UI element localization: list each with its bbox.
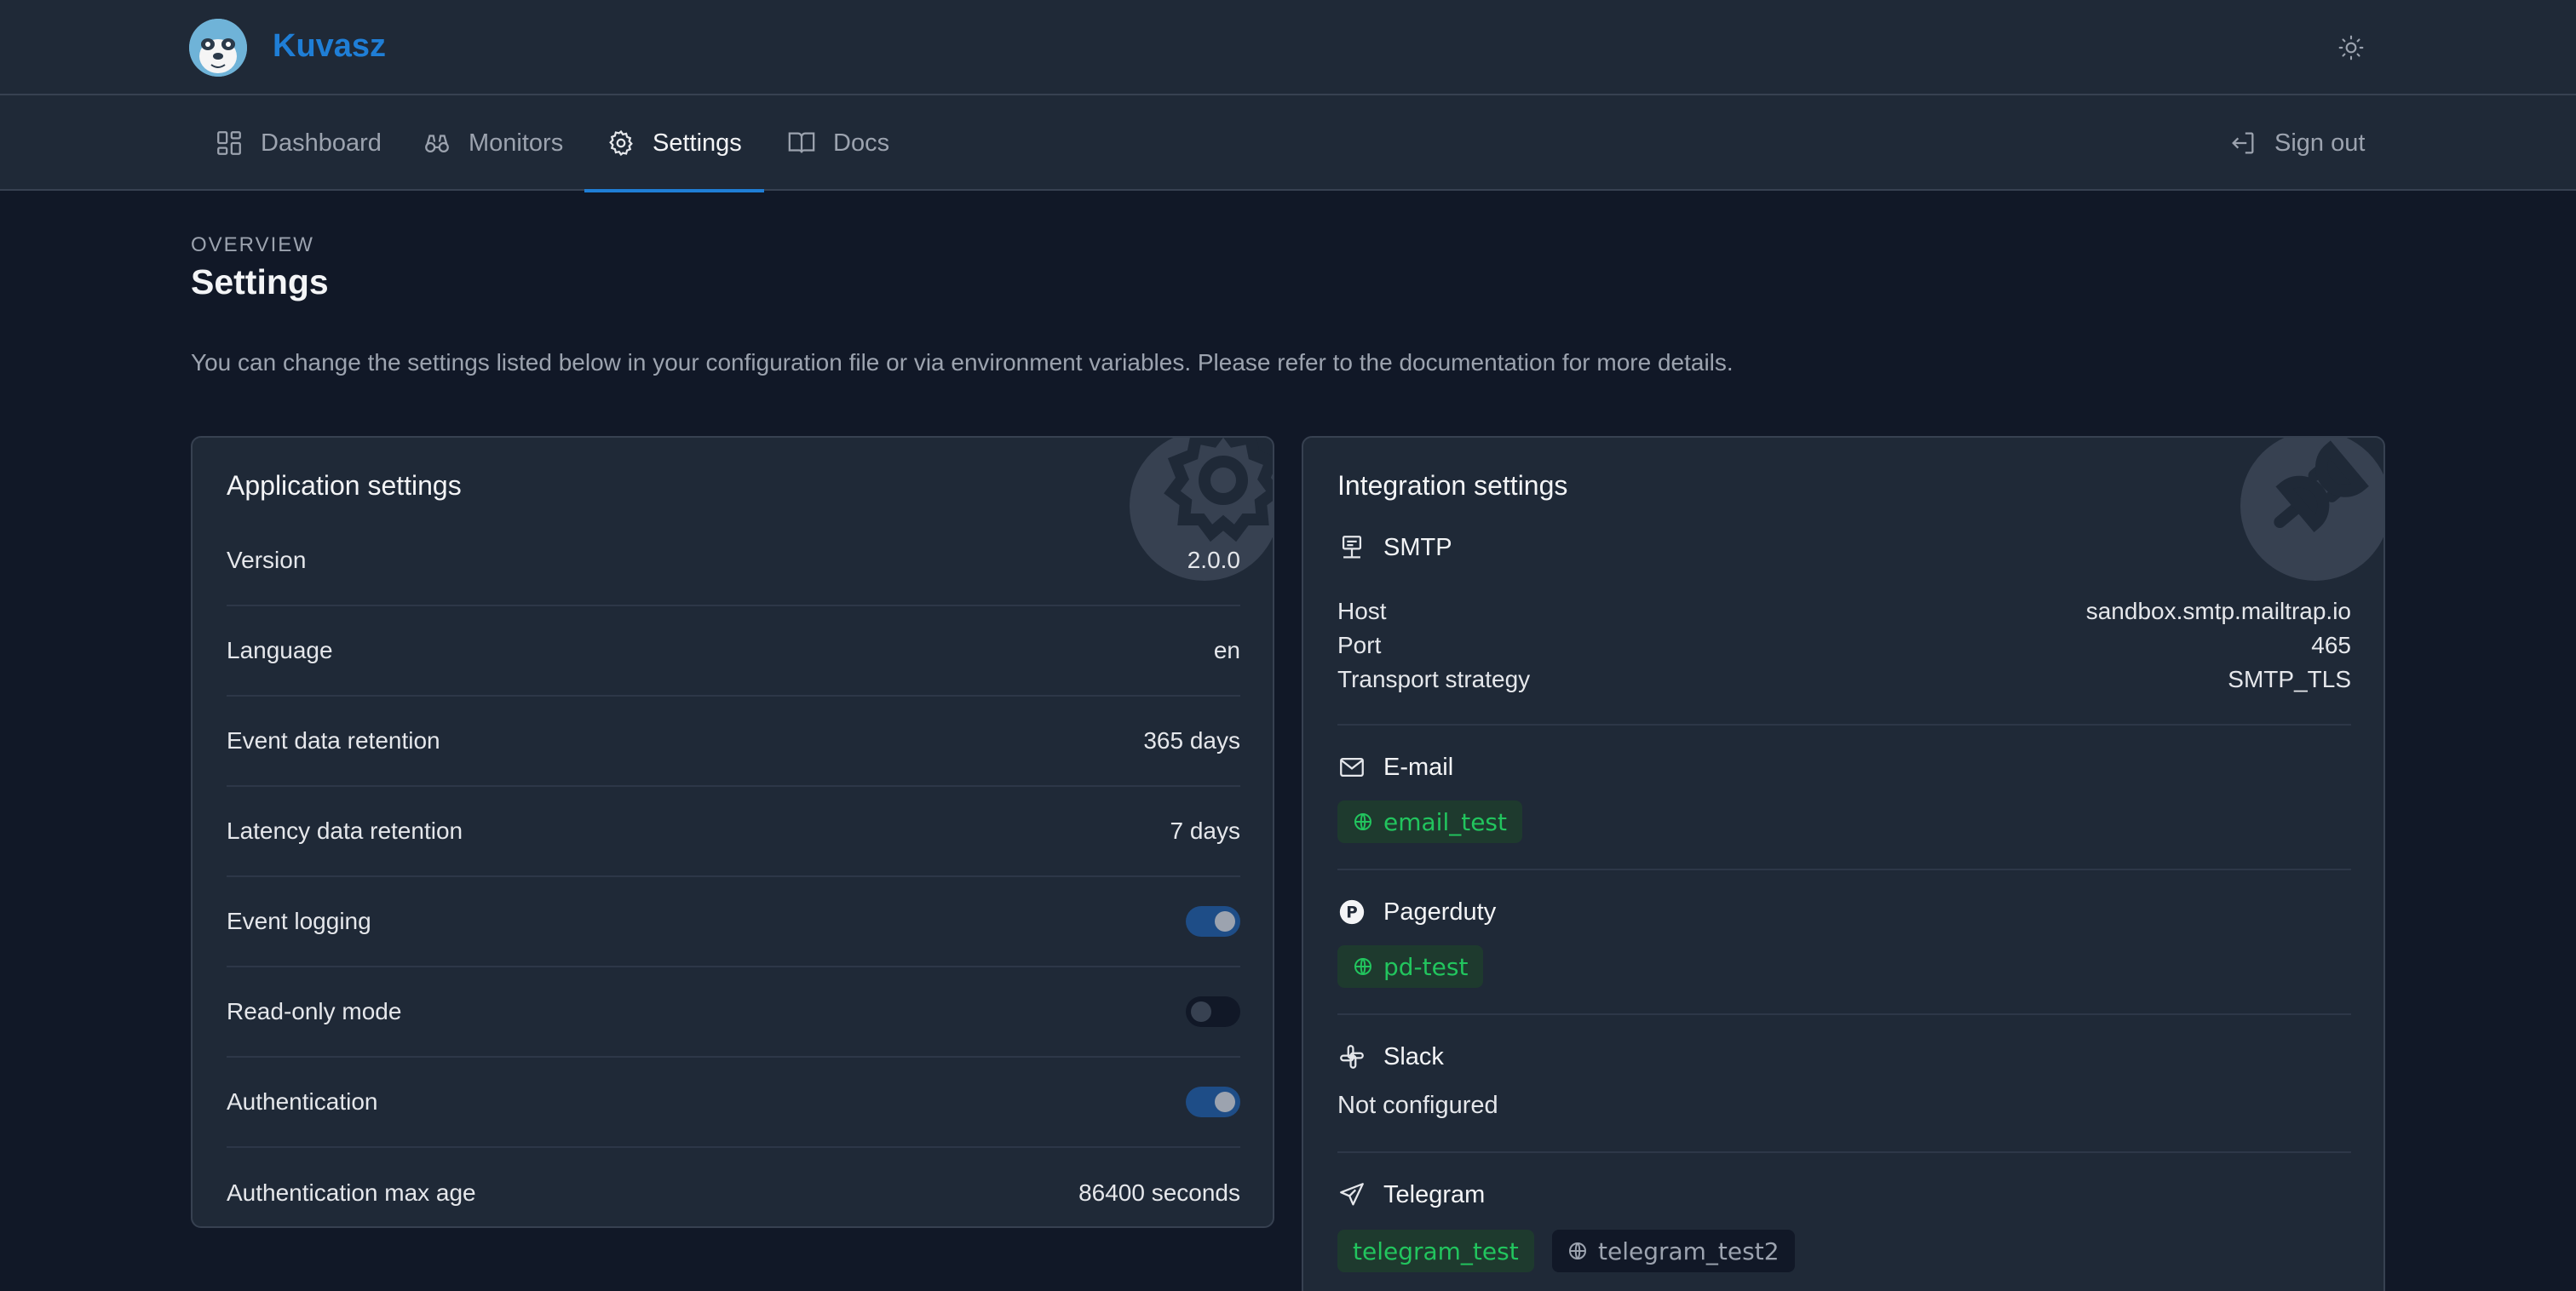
section-divider	[1337, 1151, 2351, 1153]
setting-label: Version	[227, 547, 307, 573]
pagerduty-section-header: P Pagerduty	[1337, 898, 1496, 927]
section-label: Pagerduty	[1383, 898, 1497, 926]
plug-decoration-icon	[2240, 438, 2383, 581]
setting-label: Read-only mode	[227, 998, 402, 1024]
toggle-knob	[1215, 911, 1235, 932]
telegram-section-header: Telegram	[1337, 1180, 1485, 1209]
setting-label: Language	[227, 637, 333, 663]
card-title: Application settings	[227, 470, 462, 501]
setting-label: Authentication max age	[227, 1179, 476, 1206]
globe-icon	[1569, 1242, 1586, 1259]
badge-label: telegram_test	[1353, 1236, 1519, 1265]
nav-label: Dashboard	[261, 129, 382, 157]
nav-label: Docs	[833, 129, 890, 157]
globe-icon	[1354, 813, 1371, 830]
app-name[interactable]: Kuvasz	[273, 26, 386, 66]
gear-icon	[609, 129, 633, 157]
nav-item-docs[interactable]: Docs	[765, 95, 911, 191]
section-label: E-mail	[1383, 753, 1454, 781]
pagerduty-config-badge[interactable]: pd-test	[1337, 945, 1484, 988]
binoculars-icon	[425, 135, 449, 153]
smtp-section-header: SMTP	[1337, 533, 1452, 562]
dashboard-icon	[217, 131, 241, 155]
email-config-badge[interactable]: email_test	[1337, 800, 1522, 843]
nav-item-settings[interactable]: Settings	[584, 95, 764, 192]
telegram-config-badge[interactable]: telegram_test	[1337, 1230, 1534, 1272]
card-title: Integration settings	[1337, 470, 1568, 501]
kv-value: SMTP_TLS	[2228, 666, 2351, 692]
toggle-knob	[1215, 1092, 1235, 1112]
slack-icon	[1340, 1045, 1364, 1069]
kv-label: Transport strategy	[1337, 666, 1531, 692]
pagerduty-icon: P	[1339, 899, 1365, 925]
sun-icon	[2338, 35, 2364, 60]
setting-row-auth-max-age: Authentication max age 86400 seconds	[227, 1148, 1240, 1226]
book-icon	[788, 132, 815, 153]
nav-label: Monitors	[469, 129, 564, 157]
badge-label: telegram_test2	[1598, 1236, 1780, 1265]
toggle-knob	[1191, 1001, 1211, 1022]
setting-label: Event data retention	[227, 727, 440, 754]
setting-row-language: Language en	[227, 606, 1240, 697]
email-section-header: E-mail	[1337, 753, 1453, 782]
smtp-port-row: Port 465	[1337, 628, 2351, 663]
setting-value: 2.0.0	[1187, 547, 1240, 573]
kv-value: 465	[2311, 632, 2351, 658]
section-divider	[1337, 869, 2351, 870]
setting-label: Latency data retention	[227, 818, 463, 844]
setting-value: 7 days	[1170, 818, 1241, 844]
nav-item-monitors[interactable]: Monitors	[400, 95, 585, 191]
setting-row-event-retention: Event data retention 365 days	[227, 697, 1240, 787]
theme-toggle-button[interactable]	[2331, 27, 2372, 68]
globe-icon	[1354, 958, 1371, 975]
setting-row-authentication: Authentication	[227, 1058, 1240, 1148]
setting-row-event-logging: Event logging	[227, 877, 1240, 967]
telegram-config-badge-2[interactable]: telegram_test2	[1552, 1230, 1795, 1272]
svg-text:P: P	[1346, 904, 1358, 921]
section-label: Telegram	[1383, 1180, 1486, 1208]
section-divider	[1337, 1013, 2351, 1015]
nav-item-dashboard[interactable]: Dashboard	[193, 95, 404, 191]
section-label: SMTP	[1383, 533, 1452, 561]
app-logo[interactable]	[189, 19, 247, 77]
page-title: Settings	[191, 262, 329, 301]
kv-label: Port	[1337, 632, 1382, 658]
sign-out-icon	[2232, 132, 2254, 154]
application-settings-card: Application settings Version 2.0.0 Langu…	[191, 436, 1274, 1228]
top-bar: Kuvasz	[0, 0, 2576, 95]
setting-value: 365 days	[1143, 727, 1240, 754]
smtp-transport-row: Transport strategy SMTP_TLS	[1337, 663, 2351, 697]
kv-value: sandbox.smtp.mailtrap.io	[2085, 598, 2351, 624]
slack-section-header: Slack	[1337, 1042, 1444, 1071]
section-label: Slack	[1383, 1042, 1444, 1070]
badge-label: pd-test	[1383, 952, 1469, 981]
nav-label: Settings	[653, 129, 742, 157]
smtp-host-row: Host sandbox.smtp.mailtrap.io	[1337, 594, 2351, 628]
authentication-toggle[interactable]	[1186, 1087, 1240, 1117]
mail-icon	[1340, 757, 1364, 777]
send-icon	[1340, 1183, 1364, 1206]
sign-out-label: Sign out	[2274, 129, 2366, 157]
setting-value: en	[1213, 637, 1240, 663]
read-only-toggle[interactable]	[1186, 996, 1240, 1027]
slack-status: Not configured	[1337, 1092, 1498, 1119]
sign-out-button[interactable]: Sign out	[2206, 95, 2387, 191]
main-nav: Dashboard Monitors Settings Docs Sign ou…	[0, 95, 2576, 192]
setting-row-version: Version 2.0.0	[227, 516, 1240, 606]
event-logging-toggle[interactable]	[1186, 906, 1240, 937]
page-eyebrow: OVERVIEW	[191, 233, 314, 256]
kv-label: Host	[1337, 598, 1387, 624]
section-divider	[1337, 724, 2351, 726]
setting-row-latency-retention: Latency data retention 7 days	[227, 787, 1240, 877]
setting-row-read-only: Read-only mode	[227, 967, 1240, 1058]
badge-label: email_test	[1383, 807, 1507, 836]
setting-value: 86400 seconds	[1078, 1179, 1240, 1206]
setting-label: Authentication	[227, 1088, 378, 1115]
server-icon	[1342, 536, 1362, 559]
setting-label: Event logging	[227, 908, 371, 934]
page-description: You can change the settings listed below…	[191, 349, 1734, 376]
integration-settings-card: Integration settings SMTP Host sandbox.s…	[1302, 436, 2385, 1291]
